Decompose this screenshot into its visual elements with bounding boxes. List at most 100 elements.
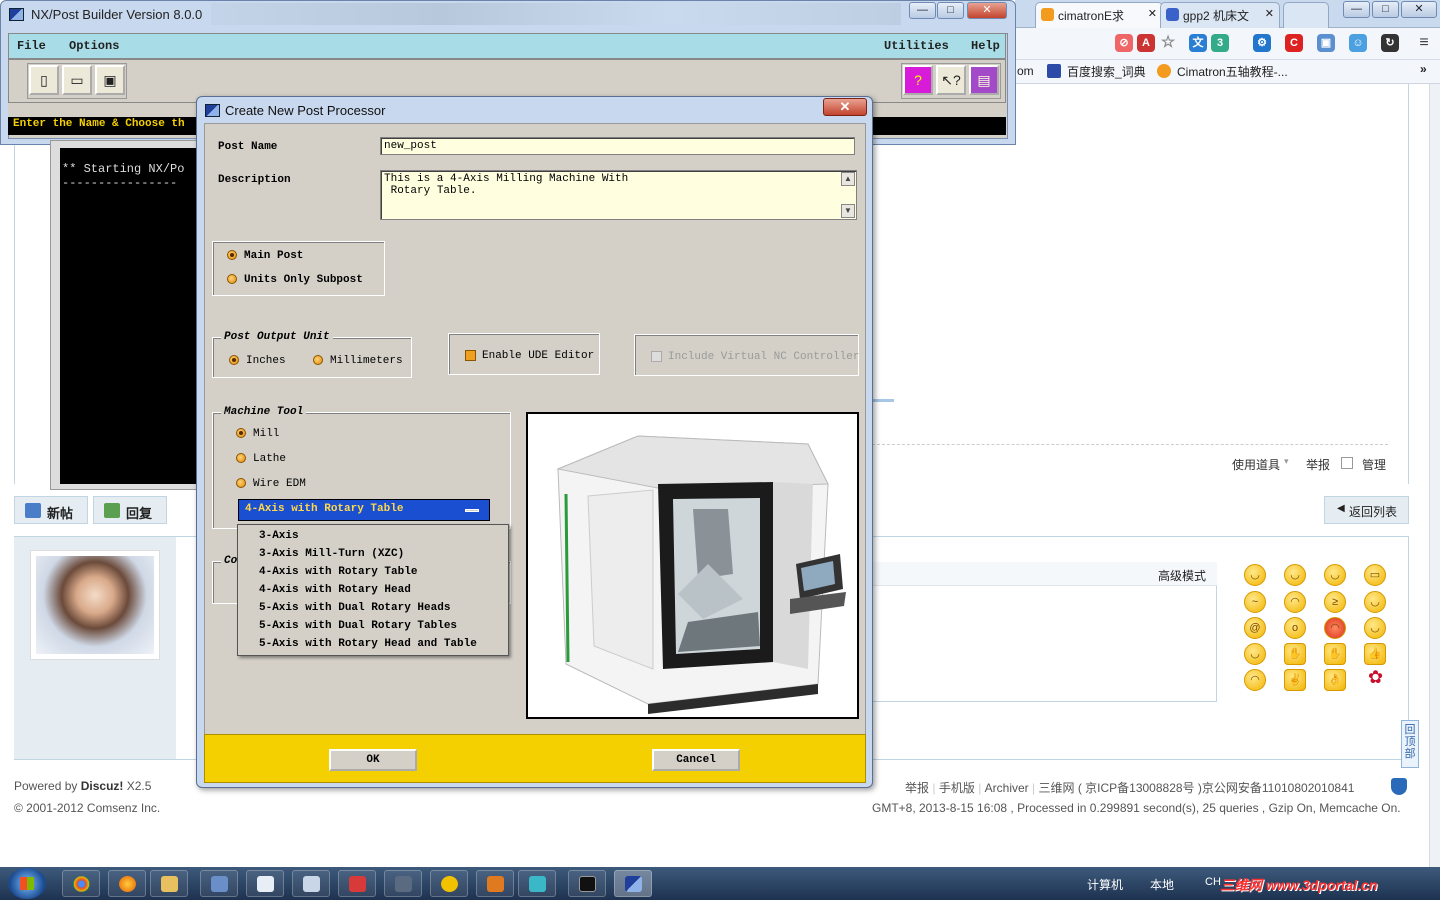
lathe-label[interactable]: Lathe xyxy=(253,453,286,465)
footer-icp[interactable]: 三维网 ( 京ICP备13008828号 )京公网安备1101080201084… xyxy=(1038,781,1354,795)
balloon-help-icon[interactable]: ? xyxy=(903,65,933,95)
context-help-icon[interactable]: ↖? xyxy=(936,65,966,95)
dropdown-item-3axis[interactable]: 3-Axis xyxy=(259,530,299,542)
close-icon[interactable]: ✕ xyxy=(823,98,867,116)
dropdown-toggle-icon[interactable] xyxy=(465,509,479,512)
maximize-button[interactable]: □ xyxy=(937,2,964,19)
taskbar-console[interactable] xyxy=(568,870,606,897)
reply-button[interactable]: 回复 xyxy=(93,496,167,524)
close-window-button[interactable]: ✕ xyxy=(1401,1,1437,18)
wire-edm-label[interactable]: Wire EDM xyxy=(253,478,306,490)
grin-icon[interactable]: ▭ xyxy=(1364,564,1386,586)
sad-icon[interactable]: ◠ xyxy=(1284,591,1306,613)
millimeters-radio[interactable] xyxy=(313,355,323,365)
abp-icon[interactable]: A xyxy=(1137,34,1155,52)
units-only-radio[interactable] xyxy=(227,274,237,284)
dropdown-item-5axis-tables[interactable]: 5-Axis with Dual Rotary Tables xyxy=(259,620,457,632)
thumbs-up-icon[interactable]: 👍 xyxy=(1364,643,1386,665)
enable-ude-label[interactable]: Enable UDE Editor xyxy=(482,350,594,362)
handshake-icon[interactable]: ✋ xyxy=(1284,643,1306,665)
mill-label[interactable]: Mill xyxy=(253,428,279,440)
new-tab-button[interactable] xyxy=(1283,2,1329,28)
dizzy-icon[interactable]: @ xyxy=(1244,617,1266,639)
menu-help[interactable]: Help xyxy=(971,39,1000,53)
browser-tab-cimatron[interactable]: cimatronE求 ✕ xyxy=(1035,2,1163,28)
close-window-button[interactable]: ✕ xyxy=(967,2,1007,19)
laugh-icon[interactable]: ◡ xyxy=(1364,617,1386,639)
dropdown-item-5axis-heads[interactable]: 5-Axis with Dual Rotary Heads xyxy=(259,602,450,614)
tools-link[interactable]: 使用道具 xyxy=(1232,456,1280,473)
back-to-top-button[interactable]: 回顶部 xyxy=(1401,720,1419,768)
taskbar-app-2[interactable] xyxy=(246,870,284,897)
main-post-radio[interactable] xyxy=(227,250,237,260)
close-tab-icon[interactable]: ✕ xyxy=(1148,7,1157,20)
footer-report-link[interactable]: 举报 xyxy=(905,781,929,795)
taskbar-app-7[interactable] xyxy=(476,870,514,897)
victory-icon[interactable]: ✌ xyxy=(1284,669,1306,691)
pray-icon[interactable]: ✋ xyxy=(1324,643,1346,665)
back-to-list-button[interactable]: ◀ 返回列表 xyxy=(1324,496,1409,524)
maximize-button[interactable]: □ xyxy=(1372,1,1399,18)
extension-page-icon[interactable]: ▣ xyxy=(1317,34,1335,52)
angry-icon[interactable]: ◠ xyxy=(1324,617,1346,639)
advanced-mode-link[interactable]: 高级模式 xyxy=(1158,567,1206,584)
dropdown-item-5axis-head-table[interactable]: 5-Axis with Rotary Head and Table xyxy=(259,638,477,650)
shield-icon[interactable] xyxy=(1391,778,1407,795)
main-post-label[interactable]: Main Post xyxy=(244,250,303,262)
menu-icon[interactable]: ≡ xyxy=(1415,34,1433,52)
bookmarks-more[interactable]: » xyxy=(1420,62,1427,76)
squint-icon[interactable]: ≥ xyxy=(1324,591,1346,613)
close-tab-icon[interactable]: ✕ xyxy=(1265,7,1274,20)
translate-icon[interactable]: 文 xyxy=(1189,34,1207,52)
taskbar-app-4[interactable] xyxy=(338,870,376,897)
manage-link[interactable]: 管理 xyxy=(1362,456,1386,473)
rose-icon[interactable]: ✿ xyxy=(1368,667,1383,688)
page-scrollbar[interactable] xyxy=(1429,84,1440,867)
enable-ude-checkbox[interactable] xyxy=(465,350,476,361)
footer-mobile-link[interactable]: 手机版 xyxy=(939,781,975,795)
extension-swirl-icon[interactable]: ↻ xyxy=(1381,34,1399,52)
shocked-icon[interactable]: o xyxy=(1284,617,1306,639)
save-icon[interactable]: ▣ xyxy=(95,65,125,95)
taskbar-chrome[interactable] xyxy=(62,870,100,897)
avatar[interactable] xyxy=(30,550,160,660)
menu-file[interactable]: File xyxy=(17,39,46,53)
footer-archiver-link[interactable]: Archiver xyxy=(985,781,1029,795)
star-icon[interactable]: ☆ xyxy=(1159,34,1177,52)
lathe-radio[interactable] xyxy=(236,453,246,463)
adblock-icon[interactable]: ⊘ xyxy=(1115,34,1133,52)
millimeters-label[interactable]: Millimeters xyxy=(330,355,403,367)
new-post-button[interactable]: 新帖 xyxy=(14,496,88,524)
local-label[interactable]: 本地 xyxy=(1150,876,1174,893)
smile-icon[interactable]: ◡ xyxy=(1324,564,1346,586)
inches-radio[interactable] xyxy=(229,355,239,365)
dropdown-item-4axis-table[interactable]: 4-Axis with Rotary Table xyxy=(259,566,417,578)
menu-options[interactable]: Options xyxy=(69,39,119,53)
start-button[interactable] xyxy=(8,868,46,899)
minimize-button[interactable]: — xyxy=(1343,1,1370,18)
wire-edm-radio[interactable] xyxy=(236,478,246,488)
shy-icon[interactable]: ◡ xyxy=(1244,643,1266,665)
machine-axis-dropdown[interactable]: 4-Axis with Rotary Table xyxy=(238,499,490,521)
extension-c-icon[interactable]: C xyxy=(1285,34,1303,52)
computer-label[interactable]: 计算机 xyxy=(1087,876,1123,893)
units-only-label[interactable]: Units Only Subpost xyxy=(244,274,363,286)
taskbar-app-8[interactable] xyxy=(518,870,556,897)
taskbar-postbuilder[interactable] xyxy=(614,870,652,897)
minimize-button[interactable]: — xyxy=(909,2,936,19)
taskbar-app-1[interactable] xyxy=(200,870,238,897)
post-name-input[interactable]: new_post xyxy=(380,137,855,155)
ok-button[interactable]: OK xyxy=(329,749,417,771)
dropdown-item-3axis-millturn[interactable]: 3-Axis Mill-Turn (XZC) xyxy=(259,548,404,560)
mill-radio[interactable] xyxy=(236,428,246,438)
extension-person-icon[interactable]: ☺ xyxy=(1349,34,1367,52)
taskbar-explorer[interactable] xyxy=(150,870,188,897)
description-textarea[interactable]: This is a 4-Axis Milling Machine With Ro… xyxy=(380,170,857,220)
gear-icon[interactable]: ⚙ xyxy=(1253,34,1271,52)
manual-book-icon[interactable]: ▤ xyxy=(969,65,999,95)
dropdown-item-4axis-head[interactable]: 4-Axis with Rotary Head xyxy=(259,584,411,596)
ok-hand-icon[interactable]: 👌 xyxy=(1324,669,1346,691)
cry-icon[interactable]: ◠ xyxy=(1244,669,1266,691)
smile-icon[interactable]: ◡ xyxy=(1284,564,1306,586)
browser-tab-gpp2[interactable]: gpp2 机床文 ✕ xyxy=(1160,2,1280,28)
